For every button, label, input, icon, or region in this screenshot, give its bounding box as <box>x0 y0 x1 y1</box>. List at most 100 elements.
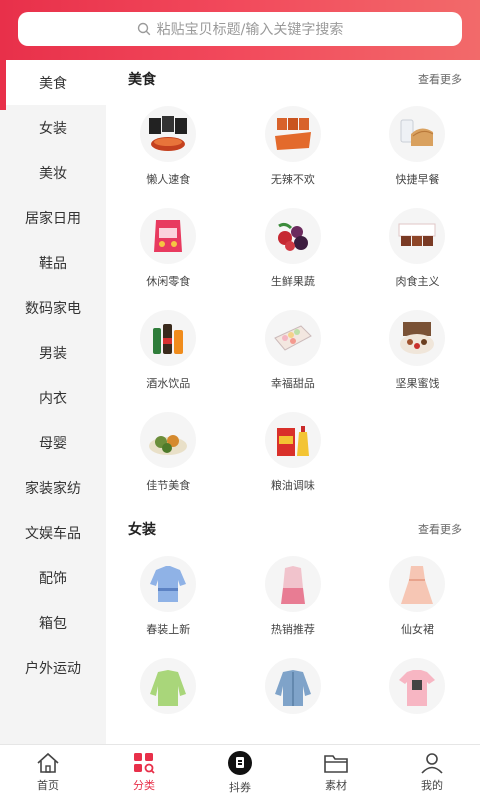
bottom-navigation: 首页 分类 抖券 素材 我的 <box>0 744 480 800</box>
item-label: 生鲜果蔬 <box>270 275 315 288</box>
subcategory-item[interactable] <box>355 650 480 744</box>
instant-noodles-icon <box>140 106 197 162</box>
folder-icon <box>324 755 348 773</box>
section-title: 女装 <box>128 522 156 538</box>
douyin-icon <box>228 751 252 775</box>
sidebar-item-label: 母婴 <box>39 435 67 452</box>
nav-home[interactable]: 首页 <box>0 745 96 800</box>
category-sidebar: 美食 女装 美妆 居家日用 鞋品 数码家电 男装 内衣 母婴 家装家纺 文娱车品… <box>0 52 106 744</box>
sidebar-item-household[interactable]: 居家日用 <box>0 195 106 240</box>
subcategory-item[interactable]: 肉食主义 <box>355 200 480 302</box>
subcategory-item[interactable]: 懒人速食 <box>106 98 231 200</box>
subcategory-item[interactable]: 仙女裙 <box>355 548 480 650</box>
subcategory-item[interactable] <box>231 650 356 744</box>
search-icon <box>137 22 150 36</box>
nav-materials[interactable]: 素材 <box>288 745 384 800</box>
top-bar: 粘贴宝贝标题/输入关键字搜索 <box>0 0 480 60</box>
subcategory-item[interactable]: 幸福甜品 <box>231 302 356 404</box>
spicy-snack-icon <box>264 106 321 162</box>
meat-icon <box>389 208 446 264</box>
item-label: 粮油调味 <box>270 479 315 492</box>
nav-label: 分类 <box>133 779 155 792</box>
sidebar-item-label: 美妆 <box>39 165 67 182</box>
section-header-food: 美食 查看更多 <box>106 60 480 98</box>
sidebar-item-beauty[interactable]: 美妆 <box>0 150 106 195</box>
sidebar-item-label: 配饰 <box>39 570 67 587</box>
nav-category[interactable]: 分类 <box>96 745 192 800</box>
subcategory-item[interactable]: 快捷早餐 <box>355 98 480 200</box>
sidebar-item-womenswear[interactable]: 女装 <box>0 105 106 150</box>
sidebar-item-electronics[interactable]: 数码家电 <box>0 285 106 330</box>
sidebar-item-label: 文娱车品 <box>25 525 81 542</box>
sidebar-item-bags[interactable]: 箱包 <box>0 600 106 645</box>
sidebar-item-label: 女装 <box>39 120 67 137</box>
item-label: 快捷早餐 <box>395 173 440 186</box>
see-more-link[interactable]: 查看更多 <box>418 521 462 537</box>
subcategory-item[interactable]: 无辣不欢 <box>231 98 356 200</box>
sidebar-item-home-textile[interactable]: 家装家纺 <box>0 465 106 510</box>
nav-profile[interactable]: 我的 <box>384 745 480 800</box>
subcategory-item[interactable]: 生鲜果蔬 <box>231 200 356 302</box>
category-icon <box>134 753 155 774</box>
home-icon <box>37 752 59 773</box>
womenswear-grid: 春装上新 热销推荐 仙女裙 <box>106 548 480 744</box>
item-label: 坚果蜜饯 <box>395 377 440 390</box>
sidebar-item-entertainment-car[interactable]: 文娱车品 <box>0 510 106 555</box>
denim-jacket-icon <box>264 658 321 714</box>
section-title: 美食 <box>128 72 156 88</box>
subcategory-item[interactable]: 佳节美食 <box>106 404 231 506</box>
user-icon <box>421 753 443 774</box>
dessert-icon <box>264 310 321 366</box>
nuts-icon <box>389 310 446 366</box>
food-grid: 懒人速食 无辣不欢 快捷早餐 休闲零食 生鲜果蔬 肉食主义 酒水饮品 幸福甜品 … <box>106 98 480 506</box>
sidebar-item-accessories[interactable]: 配饰 <box>0 555 106 600</box>
tshirt-icon <box>389 658 446 714</box>
bread-icon <box>389 106 446 162</box>
oil-rice-icon <box>264 412 321 468</box>
item-label: 懒人速食 <box>146 173 191 186</box>
subcategory-item[interactable]: 休闲零食 <box>106 200 231 302</box>
sidebar-item-label: 家装家纺 <box>25 480 81 497</box>
subcategory-item[interactable]: 坚果蜜饯 <box>355 302 480 404</box>
subcategory-item[interactable]: 酒水饮品 <box>106 302 231 404</box>
sidebar-item-menswear[interactable]: 男装 <box>0 330 106 375</box>
sidebar-item-shoes[interactable]: 鞋品 <box>0 240 106 285</box>
blouse-icon <box>140 556 197 612</box>
search-input[interactable]: 粘贴宝贝标题/输入关键字搜索 <box>18 12 462 46</box>
sidebar-item-label: 男装 <box>39 345 67 362</box>
see-more-link[interactable]: 查看更多 <box>418 71 462 87</box>
item-label: 无辣不欢 <box>270 173 315 186</box>
item-label: 酒水饮品 <box>146 377 191 390</box>
sidebar-item-label: 户外运动 <box>25 660 81 677</box>
sidebar-item-food[interactable]: 美食 <box>0 52 106 110</box>
item-label: 肉食主义 <box>395 275 440 288</box>
item-label: 佳节美食 <box>146 479 191 492</box>
sidebar-item-label: 美食 <box>39 75 67 92</box>
nav-douquan[interactable]: 抖券 <box>192 745 288 800</box>
sidebar-item-label: 鞋品 <box>39 255 67 272</box>
sidebar-item-outdoor[interactable]: 户外运动 <box>0 645 106 690</box>
item-label: 休闲零食 <box>146 275 191 288</box>
item-label: 热销推荐 <box>270 623 315 636</box>
subcategory-item[interactable]: 热销推荐 <box>231 548 356 650</box>
item-label: 仙女裙 <box>400 623 434 636</box>
outfit-icon <box>264 556 321 612</box>
section-header-womenswear: 女装 查看更多 <box>106 510 480 548</box>
sidebar-item-label: 数码家电 <box>25 300 81 317</box>
sweater-icon <box>140 658 197 714</box>
dress-icon <box>389 556 446 612</box>
nav-label: 我的 <box>421 779 443 792</box>
search-placeholder: 粘贴宝贝标题/输入关键字搜索 <box>156 22 344 38</box>
festival-food-icon <box>140 412 197 468</box>
subcategory-item[interactable]: 粮油调味 <box>231 404 356 506</box>
sidebar-item-label: 箱包 <box>39 615 67 632</box>
item-label: 幸福甜品 <box>270 377 315 390</box>
subcategory-item[interactable] <box>106 650 231 744</box>
nav-label: 首页 <box>37 779 59 792</box>
sidebar-item-baby[interactable]: 母婴 <box>0 420 106 465</box>
subcategory-item[interactable]: 春装上新 <box>106 548 231 650</box>
nav-label: 素材 <box>325 779 347 792</box>
category-content: 美食 查看更多 懒人速食 无辣不欢 快捷早餐 休闲零食 生鲜果蔬 肉食主义 酒水… <box>106 60 480 744</box>
chips-icon <box>140 208 197 264</box>
sidebar-item-underwear[interactable]: 内衣 <box>0 375 106 420</box>
